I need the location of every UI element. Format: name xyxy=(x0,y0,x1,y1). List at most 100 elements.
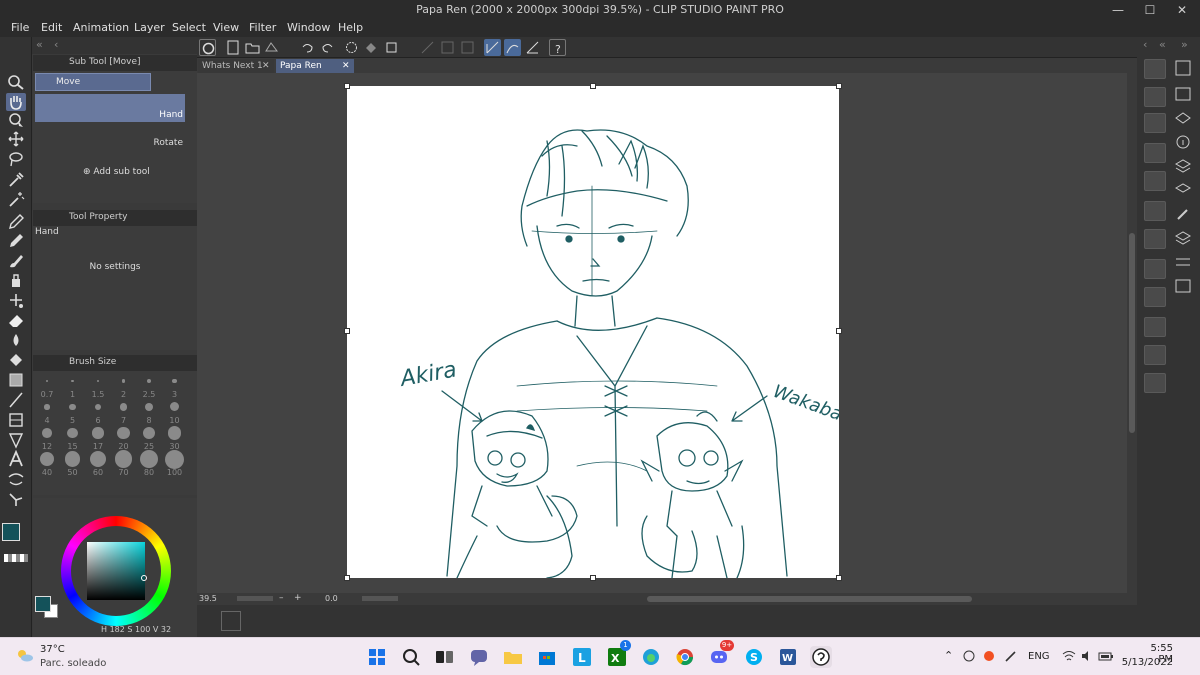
pen-tool-icon[interactable] xyxy=(6,212,26,230)
transform-handle[interactable] xyxy=(836,328,842,334)
expand-right-icon[interactable]: » xyxy=(1181,38,1188,51)
transparent-color-swatch[interactable] xyxy=(4,554,28,562)
menu-window[interactable]: Window xyxy=(287,21,330,34)
balloon-icon[interactable] xyxy=(6,470,26,488)
auto-actions-icon[interactable] xyxy=(1144,259,1166,279)
gradient-icon[interactable] xyxy=(6,371,26,389)
brush-size-swatch[interactable] xyxy=(146,378,152,384)
word-icon[interactable]: W xyxy=(777,646,799,668)
palette-icon[interactable] xyxy=(1144,87,1166,107)
main-color-swatch[interactable] xyxy=(2,523,20,541)
menu-file[interactable]: File xyxy=(11,21,29,34)
transform-icon[interactable] xyxy=(383,39,400,56)
color-picker-cursor[interactable] xyxy=(141,575,147,581)
frame-icon[interactable] xyxy=(6,411,26,429)
intermediate-color-icon[interactable] xyxy=(1144,345,1166,365)
brush-layer-icon[interactable] xyxy=(1173,205,1193,223)
transform-handle[interactable] xyxy=(344,328,350,334)
horizontal-scroll-thumb[interactable] xyxy=(647,596,972,602)
tab-close-icon[interactable]: ✕ xyxy=(262,59,270,73)
brush-tool-icon[interactable] xyxy=(6,251,26,269)
menu-select[interactable]: Select xyxy=(172,21,206,34)
sub-view-icon[interactable] xyxy=(1144,201,1166,221)
layer-group-icon[interactable] xyxy=(1173,229,1193,247)
transform-handle[interactable] xyxy=(344,83,350,89)
volume-icon[interactable] xyxy=(1080,649,1094,663)
maximize-button[interactable]: ☐ xyxy=(1136,2,1164,18)
weather-temp[interactable]: 37°C xyxy=(40,644,65,655)
collapse-icon[interactable]: « xyxy=(36,38,43,51)
transform-handle[interactable] xyxy=(590,575,596,581)
vector-icon[interactable] xyxy=(504,39,521,56)
subtool-group-move[interactable]: Move xyxy=(35,73,151,91)
transform-handle[interactable] xyxy=(836,575,842,581)
menu-filter[interactable]: Filter xyxy=(249,21,276,34)
select-layer-icon[interactable] xyxy=(6,111,26,129)
subtool-item-rotate[interactable]: Rotate xyxy=(35,124,185,152)
file-explorer-icon[interactable] xyxy=(502,646,524,668)
tray-app-icon[interactable] xyxy=(982,649,996,663)
undo-icon[interactable] xyxy=(299,39,316,56)
brush-size-swatch[interactable] xyxy=(172,378,177,384)
livemaker-icon[interactable]: L xyxy=(571,646,593,668)
zoom-tool-icon[interactable] xyxy=(6,73,26,91)
subtool-item-hand[interactable]: Hand xyxy=(35,94,185,122)
vertical-scroll-thumb[interactable] xyxy=(1129,233,1135,433)
item-bank-icon[interactable] xyxy=(1144,229,1166,249)
menu-edit[interactable]: Edit xyxy=(41,21,62,34)
weather-desc[interactable]: Parc. soleado xyxy=(40,658,106,669)
brush-size-swatch[interactable] xyxy=(46,380,48,382)
blend-icon[interactable] xyxy=(6,331,26,349)
brush-size-swatch[interactable] xyxy=(42,428,52,438)
angle-value[interactable]: 0.0 xyxy=(325,594,338,603)
chevron-left-icon[interactable]: ‹ xyxy=(54,38,58,51)
search-icon[interactable] xyxy=(400,646,422,668)
brush-size-swatch[interactable] xyxy=(67,427,78,439)
layers-stack-icon[interactable] xyxy=(1173,157,1193,175)
tab-papa-ren[interactable]: Papa Ren ✕ xyxy=(276,59,354,73)
text-tool-icon[interactable] xyxy=(6,449,26,468)
move-icon[interactable] xyxy=(6,130,26,148)
approx-color-icon[interactable] xyxy=(1144,373,1166,393)
transform-handle[interactable] xyxy=(344,575,350,581)
expand-icon[interactable]: ‹ xyxy=(1143,38,1147,51)
zoom-in-icon[interactable]: + xyxy=(294,593,302,603)
color-slider-icon[interactable] xyxy=(1144,317,1166,337)
lasso-icon[interactable] xyxy=(6,150,26,168)
vertical-scrollbar[interactable] xyxy=(1127,73,1137,593)
battery-icon[interactable] xyxy=(1098,649,1114,663)
brush-size-swatch[interactable] xyxy=(44,404,50,410)
search-layer-icon[interactable] xyxy=(1144,59,1166,79)
save-icon[interactable] xyxy=(263,39,280,56)
timeline-icon[interactable] xyxy=(1173,253,1193,271)
brush-size-swatch[interactable] xyxy=(165,449,184,469)
figure-icon[interactable] xyxy=(6,391,26,409)
menu-help[interactable]: Help xyxy=(338,21,363,34)
history-icon[interactable] xyxy=(1144,113,1166,133)
document-canvas[interactable]: Akira Wakaba xyxy=(347,86,845,579)
add-subtool-button[interactable]: ⊕ Add sub tool xyxy=(83,167,150,177)
pen-pressure-icon[interactable] xyxy=(524,39,541,56)
brush-size-swatch[interactable] xyxy=(119,403,128,411)
color-saturation-square[interactable] xyxy=(87,542,145,600)
zoom-slider[interactable] xyxy=(237,596,273,601)
start-icon[interactable] xyxy=(366,646,388,668)
brush-size-swatch[interactable] xyxy=(69,403,76,411)
tray-pen-icon[interactable] xyxy=(1004,649,1018,663)
task-view-icon[interactable] xyxy=(433,646,455,668)
brush-size-swatch[interactable] xyxy=(167,426,182,440)
navigator-icon[interactable] xyxy=(221,611,241,631)
layer-move-icon[interactable] xyxy=(1173,181,1193,199)
tab-whats-next[interactable]: Whats Next 1 ✕ xyxy=(198,59,274,73)
snap-special-ruler-icon[interactable] xyxy=(439,39,456,56)
animation-cels-icon[interactable] xyxy=(1173,277,1193,295)
navigator-panel-icon[interactable] xyxy=(1173,85,1193,103)
correct-line-icon[interactable] xyxy=(6,490,26,508)
airbrush-icon[interactable] xyxy=(6,271,26,289)
chrome-icon[interactable] xyxy=(674,646,696,668)
edge-icon[interactable] xyxy=(640,646,662,668)
menu-view[interactable]: View xyxy=(213,21,239,34)
rotate-slider[interactable] xyxy=(362,596,398,601)
xbox-game-icon[interactable]: X 1 xyxy=(606,640,631,668)
material-icon[interactable] xyxy=(1144,171,1166,191)
